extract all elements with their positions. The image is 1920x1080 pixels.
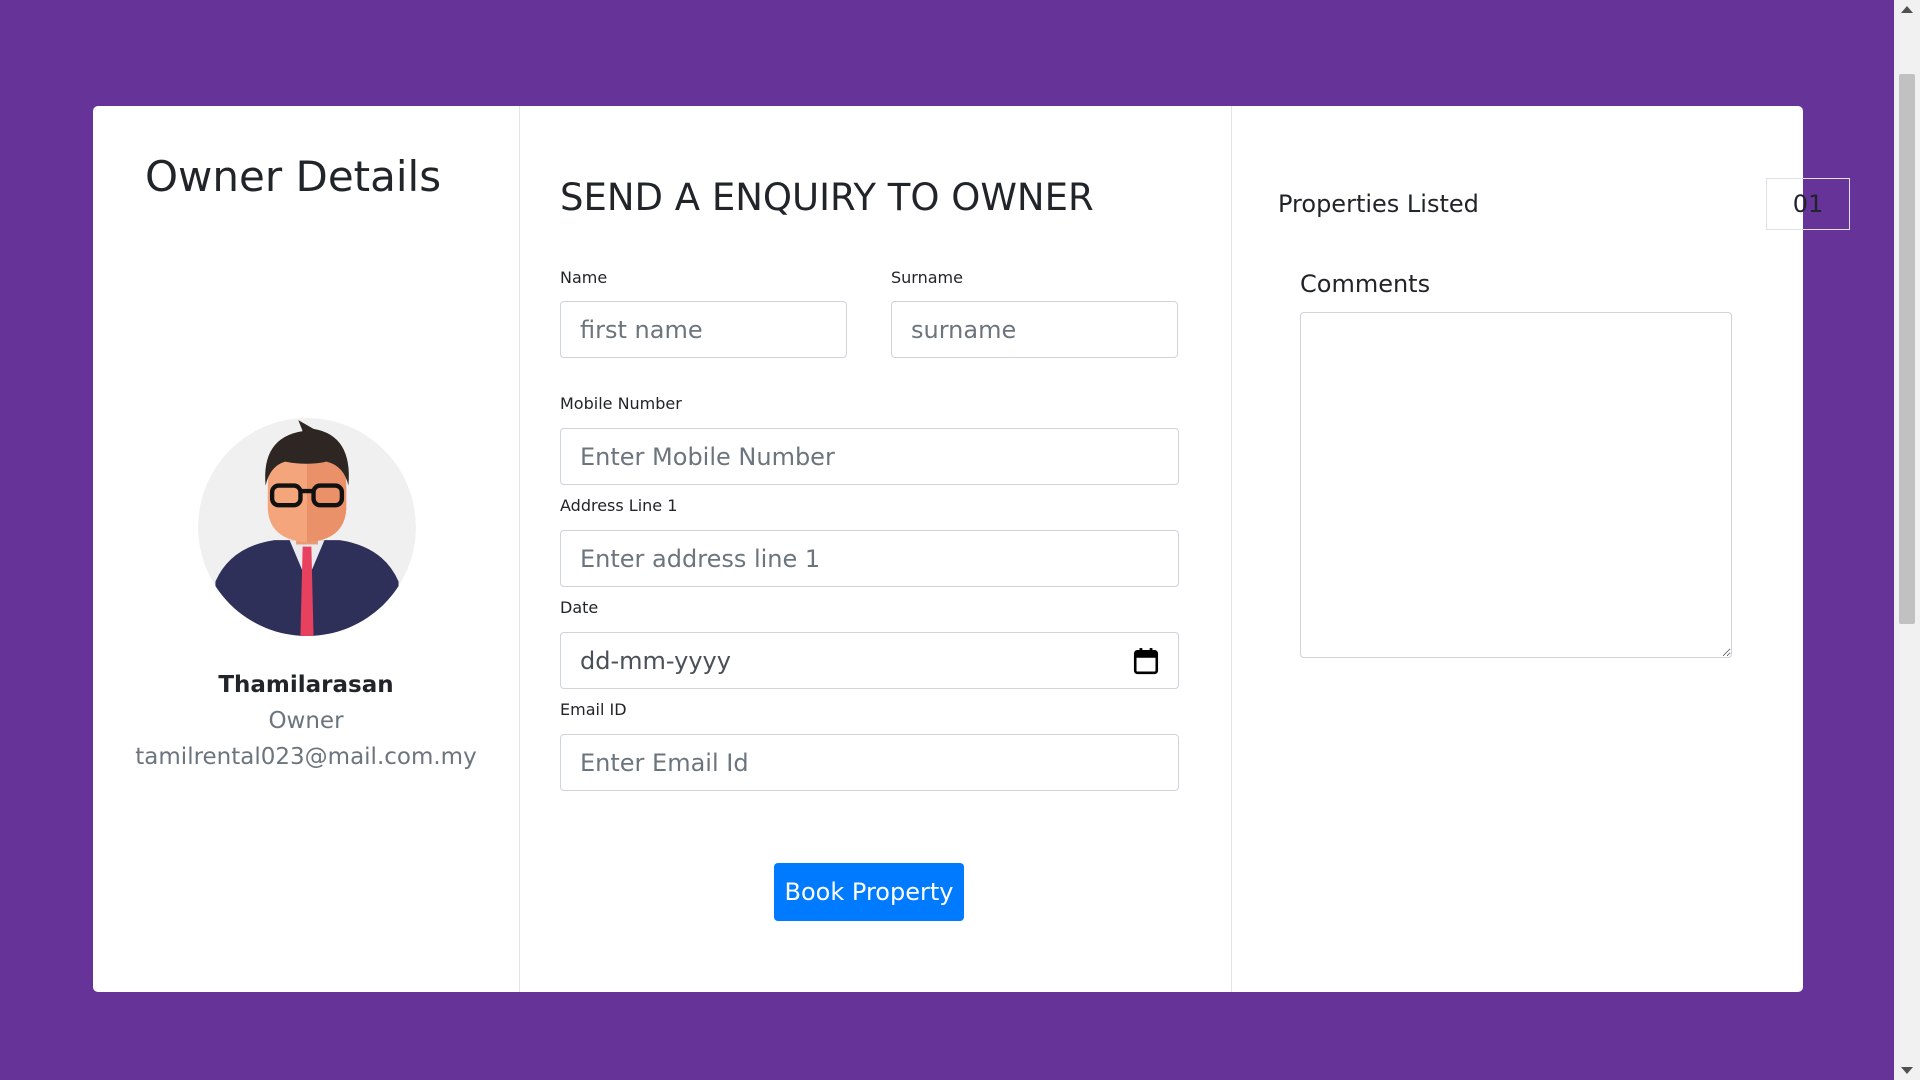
- date-input[interactable]: dd-mm-yyyy: [560, 632, 1179, 689]
- date-placeholder: dd-mm-yyyy: [580, 646, 731, 675]
- scroll-up-arrow-icon[interactable]: [1901, 6, 1913, 13]
- owner-details-panel: Owner Details Thamilarasan Owner tamilre…: [93, 106, 520, 992]
- scroll-thumb[interactable]: [1899, 74, 1915, 624]
- surname-label: Surname: [891, 268, 963, 287]
- owner-role: Owner: [268, 708, 344, 734]
- mobile-number-input[interactable]: [560, 428, 1179, 485]
- address-line-1-label: Address Line 1: [560, 496, 678, 515]
- businessman-avatar-icon: [198, 418, 416, 636]
- enquiry-card: Owner Details Thamilarasan Owner tamilre…: [93, 106, 1850, 992]
- calendar-icon[interactable]: [1133, 647, 1159, 675]
- properties-count: 01: [1766, 178, 1850, 230]
- owner-name: Thamilarasan: [218, 672, 394, 698]
- owner-email: tamilrental023@mail.com.my: [135, 744, 477, 770]
- email-id-label: Email ID: [560, 700, 627, 719]
- comments-textarea[interactable]: [1300, 312, 1732, 658]
- properties-panel: Properties Listed 01 Comments: [1232, 106, 1850, 992]
- comments-label: Comments: [1300, 270, 1431, 298]
- enquiry-form-title: SEND A ENQUIRY TO OWNER: [560, 176, 1094, 219]
- book-property-button[interactable]: Book Property: [774, 863, 964, 921]
- first-name-input[interactable]: [560, 301, 847, 358]
- date-label: Date: [560, 598, 599, 617]
- address-line-1-input[interactable]: [560, 530, 1179, 587]
- mobile-number-label: Mobile Number: [560, 394, 682, 413]
- enquiry-form: SEND A ENQUIRY TO OWNER Name Surname Mob…: [520, 106, 1232, 992]
- owner-details-title: Owner Details: [145, 152, 442, 201]
- scroll-down-arrow-icon[interactable]: [1901, 1067, 1913, 1074]
- properties-listed-label: Properties Listed: [1278, 190, 1479, 218]
- surname-input[interactable]: [891, 301, 1178, 358]
- name-label: Name: [560, 268, 608, 287]
- page-scrollbar[interactable]: [1894, 0, 1920, 1080]
- email-id-input[interactable]: [560, 734, 1179, 791]
